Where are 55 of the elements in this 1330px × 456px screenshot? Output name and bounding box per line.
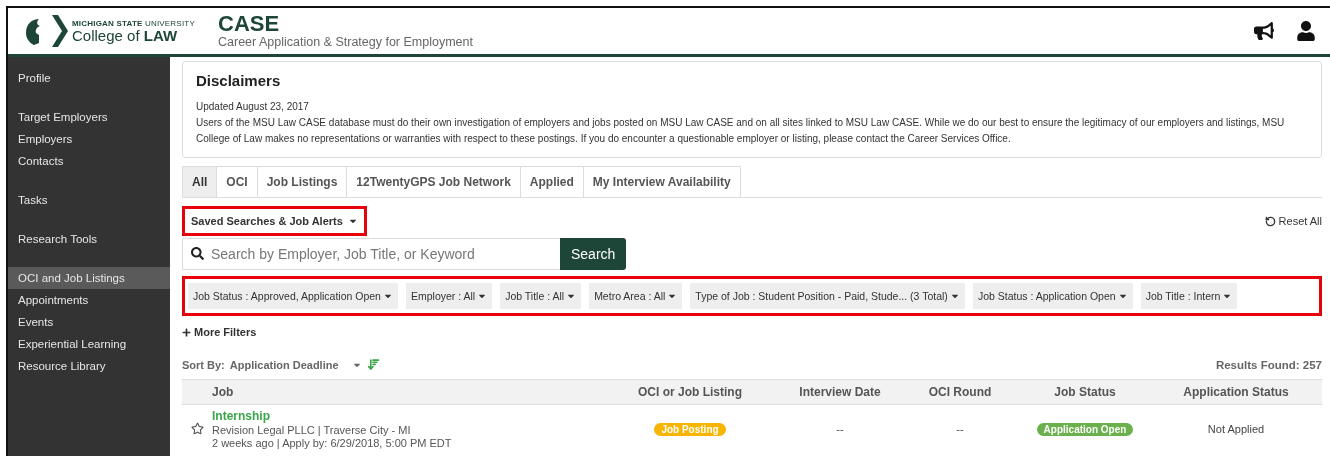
disclaimer-title: Disclaimers <box>196 72 282 89</box>
reset-icon <box>1264 215 1276 227</box>
saved-searches-dropdown[interactable]: Saved Searches & Job Alerts <box>182 206 367 236</box>
sidebar-item[interactable]: Target Employers <box>8 106 170 128</box>
job-meta: 2 weeks ago | Apply by: 6/29/2018, 5:00 PM EDT <box>212 437 453 449</box>
job-status-badge: Application Open <box>1036 422 1134 436</box>
filter-chip[interactable]: Employer : All <box>405 283 493 309</box>
search-icon <box>191 247 204 260</box>
sidebar-item[interactable]: Resource Library <box>8 355 170 377</box>
updated-date: Updated August 23, 2017 <box>196 100 310 114</box>
sidebar-item[interactable]: Tasks <box>8 189 170 211</box>
table-cell-text: -- <box>955 423 965 435</box>
sort-order-icon[interactable] <box>366 358 380 371</box>
tab[interactable]: All <box>182 166 218 197</box>
disclaimer-text: Users of the MSU Law CASE database must do their own investigation of employers and jobs posted on MSU Law CASE and on all sites linked to MSU Law CASE. While we do our best to ensure the legitimacy of our employers and listings, MSU College of Law makes no representations or warranties with respect to these postings. If you do encounter a questionable employer or listing, please contact the Career Services Office. <box>196 116 1286 146</box>
sidebar-item[interactable]: Employers <box>8 128 170 150</box>
column-header: Job <box>212 385 235 399</box>
column-header: Application Status <box>1182 385 1290 399</box>
column-header: Interview Date <box>798 385 882 399</box>
sort-label: Sort By: <box>182 358 225 371</box>
sidebar-item[interactable]: Events <box>8 311 170 333</box>
sort-dropdown[interactable]: Application Deadline <box>229 358 339 371</box>
column-header: OCI Round <box>927 385 993 399</box>
megaphone-icon[interactable] <box>1254 21 1274 41</box>
table-cell-text: -- <box>835 423 845 435</box>
search-button[interactable]: Search <box>560 238 627 270</box>
table-cell-text: Not Applied <box>1206 423 1266 435</box>
more-filters-link[interactable]: More Filters <box>182 326 1322 338</box>
filter-chip[interactable]: Job Title : All <box>500 283 582 309</box>
filter-chip[interactable]: Job Status : Application Open <box>972 283 1133 309</box>
plus-icon <box>182 327 191 337</box>
reset-all-button[interactable]: Reset All <box>1264 215 1322 227</box>
filter-chip[interactable]: Metro Area : All <box>589 283 683 309</box>
results-count: Results Found: 257 <box>1215 358 1322 371</box>
sidebar-item[interactable]: Appointments <box>8 289 170 311</box>
search-field[interactable]: Search by Employer, Job Title, or Keyword <box>182 238 560 270</box>
university-name: MICHIGAN STATE UNIVERSITY <box>72 19 195 28</box>
sidebar-item[interactable]: Contacts <box>8 150 170 172</box>
listing-type-badge: Job Posting <box>654 422 726 436</box>
filter-chip[interactable]: Job Status : Approved, Application Open <box>188 283 398 309</box>
college-name: College of LAW <box>72 28 179 43</box>
app-subtitle: Career Application & Strategy for Employment <box>218 35 473 49</box>
filter-chip[interactable]: Job Title : Intern <box>1140 283 1238 309</box>
employer-location: Revision Legal PLLC | Traverse City - MI <box>212 424 412 436</box>
column-header: Job Status <box>1053 385 1117 399</box>
column-header: OCI or Job Listing <box>637 385 743 399</box>
app-title: CASE <box>218 13 281 35</box>
star-icon[interactable] <box>190 421 204 435</box>
sidebar-item[interactable]: Experiential Learning <box>8 333 170 355</box>
sidebar-item[interactable]: OCI and Job Listings <box>8 267 170 289</box>
sidebar-item[interactable]: Research Tools <box>8 228 170 250</box>
user-icon[interactable] <box>1296 21 1316 41</box>
sidebar-item[interactable]: Profile <box>8 67 170 89</box>
tab[interactable]: My Interview Availability <box>582 166 741 197</box>
filter-chip[interactable]: Type of Job : Student Position - Paid, Stude... (3 Total) <box>690 283 965 309</box>
